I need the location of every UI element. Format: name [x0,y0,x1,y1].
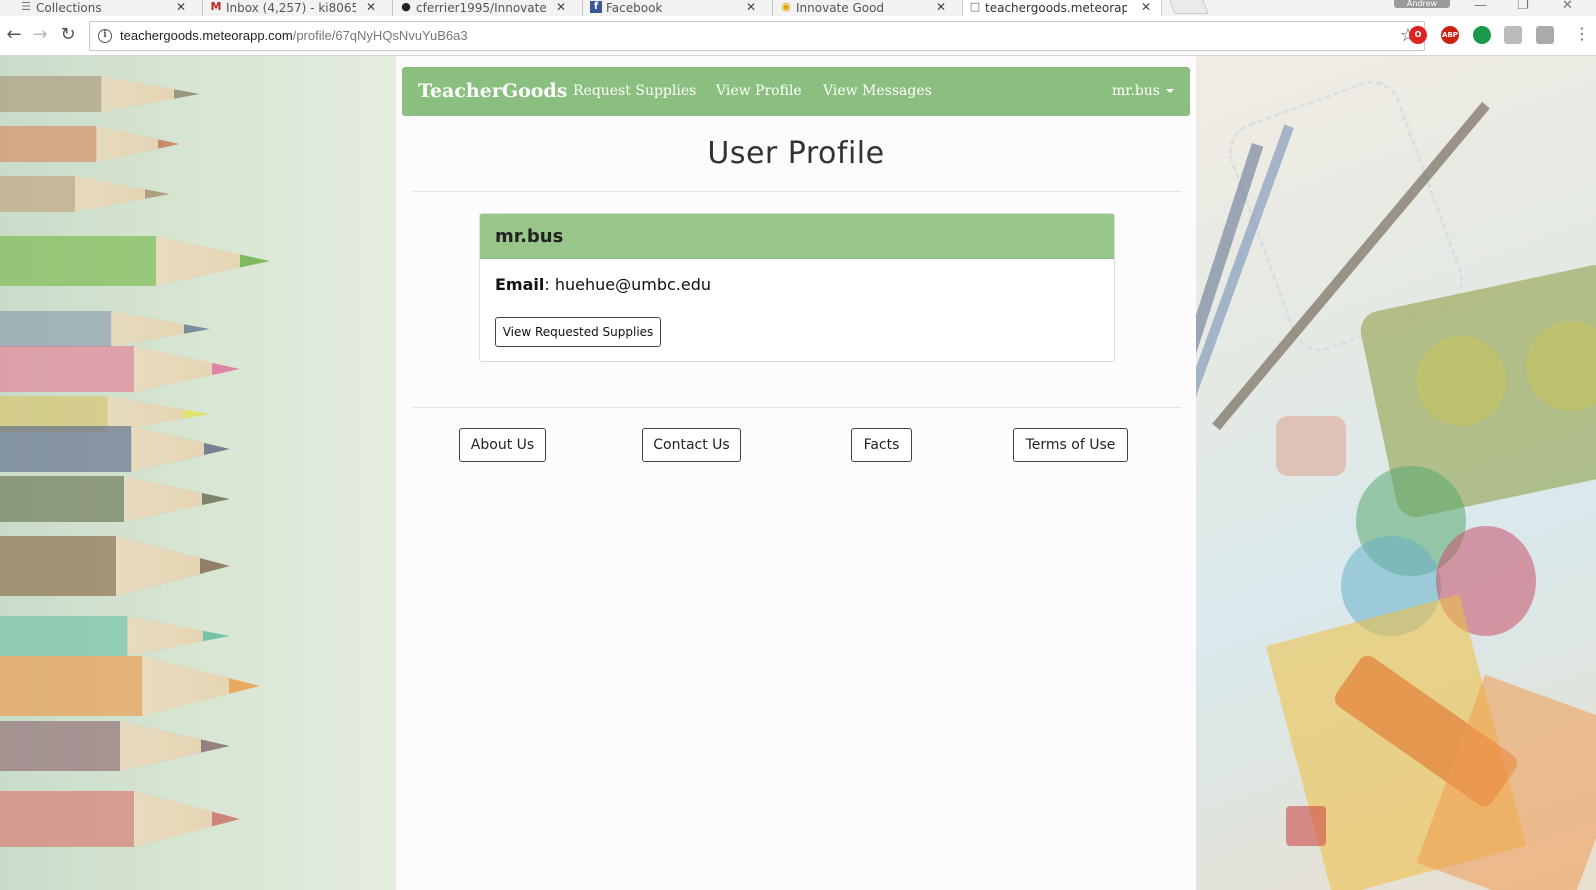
profile-panel: mr.bus Email: huehue@umbc.edu View Reque… [479,213,1115,362]
browser-tab-strip: ☰ Collections ✕ M Inbox (4,257) - ki8065… [0,0,1596,16]
tab-separator [202,0,203,16]
back-icon[interactable]: ← [4,26,24,46]
new-tab-button[interactable] [1169,0,1209,14]
browser-tab[interactable]: ☰ Collections ✕ [14,0,202,16]
about-us-button[interactable]: About Us [459,428,546,462]
tab-separator [772,0,773,16]
facts-button[interactable]: Facts [851,428,912,462]
browser-tab-title: Facebook [606,1,663,15]
browser-tab-title: Collections [36,1,102,15]
url-path: /profile/67qNyHQsNvuYuB6a3 [292,28,468,43]
facebook-icon: f [590,1,602,13]
window-close-icon[interactable]: ✕ [1562,0,1573,13]
tab-close-icon[interactable]: ✕ [176,0,186,14]
view-requested-supplies-button[interactable]: View Requested Supplies [495,317,661,347]
browser-tab[interactable]: ◉ Innovate Good ✕ [774,0,962,16]
profile-username: mr.bus [495,226,564,247]
restore-icon[interactable]: ❐ [1517,0,1529,13]
menu-kebab-icon[interactable]: ⋮ [1574,24,1590,43]
gmail-icon: M [210,0,222,13]
adblock-extension-icon[interactable]: ABP [1441,26,1459,44]
tab-separator [582,0,583,16]
browser-tab-title: Innovate Good [796,1,885,15]
address-bar[interactable]: i teachergoods.meteorapp.com/profile/67q… [89,21,1425,51]
main-content: TeacherGoods Request Supplies View Profi… [396,56,1196,890]
email-colon: : [544,275,555,294]
tab-separator [392,0,393,16]
divider [412,191,1182,192]
browser-toolbar: ← → ↻ i teachergoods.meteorapp.com/profi… [0,16,1596,56]
browser-tab[interactable]: ● cferrier1995/InnovateGo ✕ [394,0,582,16]
page-icon: □ [969,0,981,13]
brand-logo[interactable]: TeacherGoods [418,80,567,102]
nav-view-profile[interactable]: View Profile [716,83,802,99]
page-title: User Profile [707,136,885,171]
site-navbar: TeacherGoods Request Supplies View Profi… [402,67,1190,116]
reload-icon[interactable]: ↻ [58,26,78,46]
browser-tab-title: teachergoods.meteorapp [985,1,1127,15]
nav-request-supplies[interactable]: Request Supplies [573,83,696,99]
github-icon: ● [401,0,411,13]
collections-icon: ☰ [21,0,31,13]
profile-chip[interactable]: Andrew [1394,0,1450,8]
browser-tab-title: Inbox (4,257) - ki80656@ [226,1,356,15]
forward-icon[interactable]: → [30,26,50,46]
terms-of-use-button[interactable]: Terms of Use [1013,428,1128,462]
nav-view-messages[interactable]: View Messages [823,83,932,99]
url-text[interactable]: teachergoods.meteorapp.com/profile/67qNy… [120,28,468,43]
tab-close-icon[interactable]: ✕ [1141,0,1151,14]
profile-name: Andrew [1406,0,1438,8]
green-extension-icon[interactable] [1473,26,1491,44]
email-label: Email [495,275,545,294]
tab-close-icon[interactable]: ✕ [366,0,376,14]
browser-tab-active[interactable]: □ teachergoods.meteorapp ✕ [962,0,1162,16]
tab-close-icon[interactable]: ✕ [746,0,756,14]
profile-panel-heading: mr.bus [480,214,1114,259]
background-supplies-image [1196,56,1596,890]
page-viewport: TeacherGoods Request Supplies View Profi… [0,56,1596,890]
contact-us-button[interactable]: Contact Us [642,428,741,462]
tab-close-icon[interactable]: ✕ [556,0,566,14]
user-dropdown[interactable]: mr.bus [1112,83,1174,99]
minimize-icon[interactable]: — [1474,0,1487,13]
footer-divider [412,407,1182,408]
bulb-icon: ◉ [781,0,791,13]
caret-down-icon [1166,89,1174,93]
user-dropdown-label: mr.bus [1111,83,1160,99]
url-host: teachergoods.meteorapp.com [120,28,293,43]
email-value: huehue@umbc.edu [554,275,712,294]
translate-extension-icon[interactable] [1536,26,1554,44]
profile-email: Email: huehue@umbc.edu [495,275,711,294]
pdf-extension-icon[interactable] [1504,26,1522,44]
opera-extension-icon[interactable]: O [1409,26,1427,44]
info-icon[interactable]: i [98,29,112,43]
tab-close-icon[interactable]: ✕ [936,0,946,14]
background-pencils-image [0,56,396,890]
browser-tab[interactable]: M Inbox (4,257) - ki80656@ ✕ [204,0,392,16]
browser-tab[interactable]: f Facebook ✕ [584,0,772,16]
browser-tab-title: cferrier1995/InnovateGo [416,1,546,15]
